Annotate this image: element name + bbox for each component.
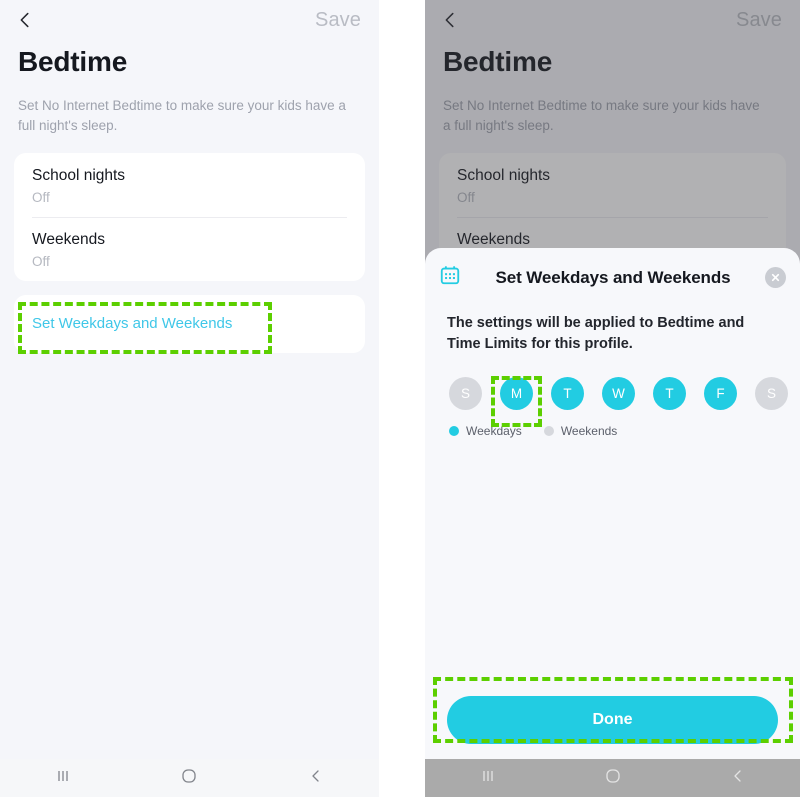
done-button[interactable]: Done	[447, 696, 778, 744]
row-title: School nights	[32, 167, 126, 185]
back-icon[interactable]	[728, 766, 748, 791]
save-button: Save	[736, 8, 782, 31]
day-toggle-wednesday[interactable]: W	[602, 377, 635, 411]
bedtime-schedule-card: School nights Off Weekends Off	[14, 153, 365, 282]
list-item-weekends[interactable]: Weekends Off	[14, 217, 365, 281]
page-description: Set No Internet Bedtime to make sure you…	[443, 98, 760, 133]
system-navigation-bar	[0, 759, 379, 797]
phone-screen-left: Save Bedtime Set No Internet Bedtime to …	[0, 0, 379, 797]
bedtime-screen: Save Bedtime Set No Internet Bedtime to …	[0, 0, 379, 797]
day-toggle-monday[interactable]: M	[500, 377, 533, 411]
day-toggle-tuesday[interactable]: T	[551, 377, 584, 411]
row-value: Off	[32, 190, 50, 206]
recents-icon[interactable]	[478, 766, 498, 791]
row-value: Off	[32, 254, 50, 270]
home-icon[interactable]	[603, 766, 623, 791]
page-description: Set No Internet Bedtime to make sure you…	[18, 98, 346, 133]
back-chevron-icon[interactable]	[439, 9, 461, 31]
set-weekdays-weekends-card[interactable]: Set Weekdays and Weekends	[14, 295, 365, 354]
day-toggle-friday[interactable]: F	[704, 377, 737, 411]
back-icon[interactable]	[306, 766, 326, 791]
page-title: Bedtime	[443, 46, 553, 77]
calendar-icon	[439, 264, 461, 291]
legend-item-weekdays: Weekdays	[449, 424, 522, 438]
dialog-spacer	[425, 438, 800, 696]
dialog-title: Set Weekdays and Weekends	[495, 267, 731, 287]
dialog-footer: Done	[425, 696, 800, 762]
set-weekdays-weekends-dialog: Set Weekdays and Weekends The settings w…	[425, 248, 800, 762]
save-button[interactable]: Save	[315, 9, 361, 32]
day-selector: S M T W T F S	[425, 355, 800, 411]
row-title: School nights	[457, 167, 551, 185]
back-chevron-icon[interactable]	[14, 9, 36, 31]
list-item-school-nights: School nights Off	[439, 153, 786, 217]
link-label: Set Weekdays and Weekends	[32, 315, 233, 333]
legend: Weekdays Weekends	[425, 410, 800, 438]
top-bar: Save	[0, 0, 379, 40]
system-navigation-bar	[425, 759, 800, 797]
day-toggle-thursday[interactable]: T	[653, 377, 686, 411]
day-toggle-saturday[interactable]: S	[755, 377, 788, 411]
legend-label-weekends: Weekends	[560, 424, 618, 439]
phone-screen-right: Save Bedtime Set No Internet Bedtime to …	[425, 0, 800, 797]
day-toggle-sunday[interactable]: S	[449, 377, 482, 411]
legend-dot-weekdays	[449, 426, 459, 437]
set-weekdays-weekends-link[interactable]: Set Weekdays and Weekends	[14, 295, 365, 353]
dialog-header: Set Weekdays and Weekends	[425, 248, 800, 295]
row-title: Weekends	[32, 231, 105, 249]
dialog-body-text: The settings will be applied to Bedtime …	[447, 315, 745, 353]
row-title: Weekends	[457, 231, 530, 249]
legend-label-weekdays: Weekdays	[466, 424, 522, 439]
screenshot-stage: Save Bedtime Set No Internet Bedtime to …	[0, 0, 800, 797]
legend-dot-weekends	[543, 426, 554, 437]
row-value: Off	[457, 190, 475, 206]
recents-icon[interactable]	[53, 766, 73, 791]
bedtime-screen-dimmed: Save Bedtime Set No Internet Bedtime to …	[425, 0, 800, 797]
top-bar: Save	[425, 0, 800, 40]
legend-item-weekends: Weekends	[543, 424, 618, 439]
close-icon[interactable]	[765, 267, 786, 288]
list-item-school-nights[interactable]: School nights Off	[14, 153, 365, 217]
home-icon[interactable]	[179, 766, 199, 791]
page-title: Bedtime	[18, 46, 128, 77]
